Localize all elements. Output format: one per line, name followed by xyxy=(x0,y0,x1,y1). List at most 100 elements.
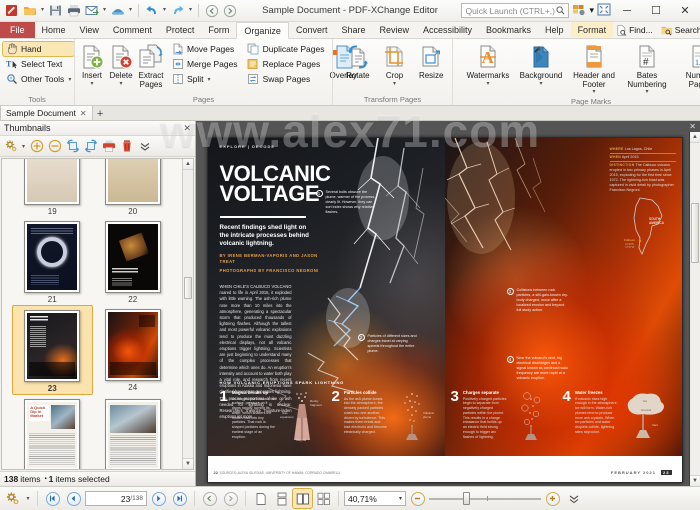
thumbnails-scroll-area[interactable]: 19 20 xyxy=(1,158,194,470)
zoom-level-combobox[interactable]: 40,71% ▾ xyxy=(344,491,406,506)
print-pages-icon[interactable] xyxy=(100,138,117,155)
chevron-down-icon[interactable]: ▾ xyxy=(90,82,93,87)
zoom-out-button[interactable] xyxy=(408,489,427,508)
next-page-button[interactable] xyxy=(149,489,168,508)
chevron-down-icon[interactable]: ▾ xyxy=(393,82,396,87)
view-settings-icon[interactable] xyxy=(3,489,22,508)
close-button[interactable]: ✕ xyxy=(672,1,698,21)
search-button[interactable]: Search... xyxy=(658,25,700,36)
rotate-left-icon[interactable] xyxy=(64,138,81,155)
chevron-down-icon[interactable]: ▾ xyxy=(208,76,211,83)
document-tab-sample-document[interactable]: Sample Document ✕ xyxy=(0,105,93,120)
bates-numbering-button[interactable]: # Bates Numbering ▾ xyxy=(621,41,673,97)
undo-icon[interactable] xyxy=(143,2,160,19)
tab-file[interactable]: File xyxy=(0,22,35,38)
app-logo-icon[interactable] xyxy=(3,2,20,19)
continuous-layout-button[interactable] xyxy=(272,489,291,508)
tab-convert[interactable]: Convert xyxy=(289,22,335,38)
watermarks-button[interactable]: A Watermarks ▾ xyxy=(462,41,514,89)
thumbnails-scrollbar[interactable]: ▲ ▼ xyxy=(182,159,193,469)
open-icon[interactable] xyxy=(21,2,38,19)
quick-launch-input[interactable]: Quick Launch (CTRL+,) xyxy=(461,3,569,18)
zoom-in-button[interactable] xyxy=(543,489,562,508)
customize-dropdown-icon[interactable]: ▾ xyxy=(589,5,594,16)
extract-pages-button[interactable]: Extract Pages xyxy=(136,41,166,91)
rotate-right-icon[interactable] xyxy=(82,138,99,155)
move-pages-button[interactable]: Move Pages xyxy=(169,42,241,56)
forward-icon[interactable] xyxy=(221,2,238,19)
tab-review[interactable]: Review xyxy=(373,22,417,38)
tab-comment[interactable]: Comment xyxy=(106,22,159,38)
close-icon[interactable]: ✕ xyxy=(689,122,696,131)
tool-select-text-button[interactable]: T Select Text xyxy=(3,57,74,71)
merge-pages-button[interactable]: Merge Pages xyxy=(169,57,241,71)
email-dropdown-icon[interactable]: ▾ xyxy=(101,2,108,19)
page-number-input[interactable]: 23 /138 xyxy=(85,491,147,506)
more-icon[interactable] xyxy=(136,138,153,155)
tab-home[interactable]: Home xyxy=(35,22,73,38)
thumbnail-options-icon[interactable] xyxy=(2,138,19,155)
scroll-up-icon[interactable]: ▲ xyxy=(183,159,193,170)
thumbnail-item[interactable]: 26 xyxy=(93,395,174,470)
close-icon[interactable]: ✕ xyxy=(183,123,191,134)
two-page-continuous-button[interactable] xyxy=(314,489,333,508)
back-icon[interactable] xyxy=(203,2,220,19)
scan-icon[interactable] xyxy=(109,2,126,19)
single-page-layout-button[interactable] xyxy=(251,489,270,508)
tab-view[interactable]: View xyxy=(73,22,106,38)
print-icon[interactable] xyxy=(65,2,82,19)
previous-page-button[interactable] xyxy=(64,489,83,508)
number-pages-button[interactable]: 1..N Number Pages xyxy=(674,41,700,91)
close-icon[interactable]: ✕ xyxy=(80,109,87,118)
maximize-button[interactable]: ☐ xyxy=(643,1,669,21)
zoom-out-icon[interactable] xyxy=(46,138,63,155)
tab-form[interactable]: Form xyxy=(201,22,236,38)
chevron-down-icon[interactable]: ▾ xyxy=(119,82,122,87)
chevron-down-icon[interactable]: ▾ xyxy=(486,82,489,87)
open-dropdown-icon[interactable]: ▾ xyxy=(39,2,46,19)
tab-accessibility[interactable]: Accessibility xyxy=(416,22,479,38)
new-tab-button[interactable]: + xyxy=(93,107,108,120)
duplicate-pages-button[interactable]: Duplicate Pages xyxy=(245,42,328,56)
split-pages-button[interactable]: Split ▾ xyxy=(169,72,241,86)
tab-bookmarks[interactable]: Bookmarks xyxy=(479,22,538,38)
scrollbar-thumb[interactable] xyxy=(184,277,192,299)
tool-other-tools-button[interactable]: Other Tools ▾ xyxy=(3,72,74,86)
background-button[interactable]: Background ▾ xyxy=(515,41,567,89)
chevron-down-icon[interactable]: ▾ xyxy=(399,495,402,502)
scrollbar-thumb[interactable] xyxy=(691,203,699,263)
zoom-slider-knob[interactable] xyxy=(463,492,470,505)
tool-hand-button[interactable]: Hand xyxy=(3,42,74,56)
scan-dropdown-icon[interactable]: ▾ xyxy=(127,2,134,19)
insert-pages-button[interactable]: Insert ▾ xyxy=(78,41,106,89)
swap-pages-button[interactable]: Swap Pages xyxy=(245,72,328,86)
document-scrollbar[interactable]: ▲ ▼ xyxy=(689,132,700,486)
crop-pages-button[interactable]: Crop ▾ xyxy=(377,41,413,89)
replace-pages-button[interactable]: Replace Pages xyxy=(245,57,328,71)
first-page-button[interactable] xyxy=(43,489,62,508)
scroll-down-icon[interactable]: ▼ xyxy=(183,458,193,469)
status-overflow-button[interactable] xyxy=(564,489,583,508)
header-footer-button[interactable]: Header and Footer ▾ xyxy=(568,41,620,97)
thumbnail-item-selected[interactable]: 23 xyxy=(12,305,93,395)
resize-pages-button[interactable]: Resize xyxy=(413,41,449,83)
undo-dropdown-icon[interactable]: ▾ xyxy=(161,2,168,19)
thumbnail-item[interactable]: 20 xyxy=(93,158,174,217)
previous-view-button[interactable] xyxy=(200,489,219,508)
zoom-in-icon[interactable] xyxy=(28,138,45,155)
tab-protect[interactable]: Protect xyxy=(159,22,202,38)
tab-format[interactable]: Format xyxy=(571,22,614,38)
thumbnail-item[interactable]: 24 xyxy=(93,305,174,395)
delete-pages-icon[interactable] xyxy=(118,138,135,155)
email-icon[interactable] xyxy=(83,2,100,19)
tab-share[interactable]: Share xyxy=(334,22,372,38)
customize-ui-icon[interactable] xyxy=(572,3,586,18)
thumbnail-item[interactable]: A Quick Dip in Market 25 xyxy=(12,395,93,470)
scroll-down-icon[interactable]: ▼ xyxy=(690,475,700,486)
fullscreen-icon[interactable] xyxy=(597,3,611,18)
zoom-slider[interactable] xyxy=(429,491,541,506)
next-view-button[interactable] xyxy=(221,489,240,508)
two-page-layout-button[interactable] xyxy=(293,489,312,508)
chevron-down-icon[interactable]: ▾ xyxy=(68,76,71,83)
save-icon[interactable] xyxy=(47,2,64,19)
